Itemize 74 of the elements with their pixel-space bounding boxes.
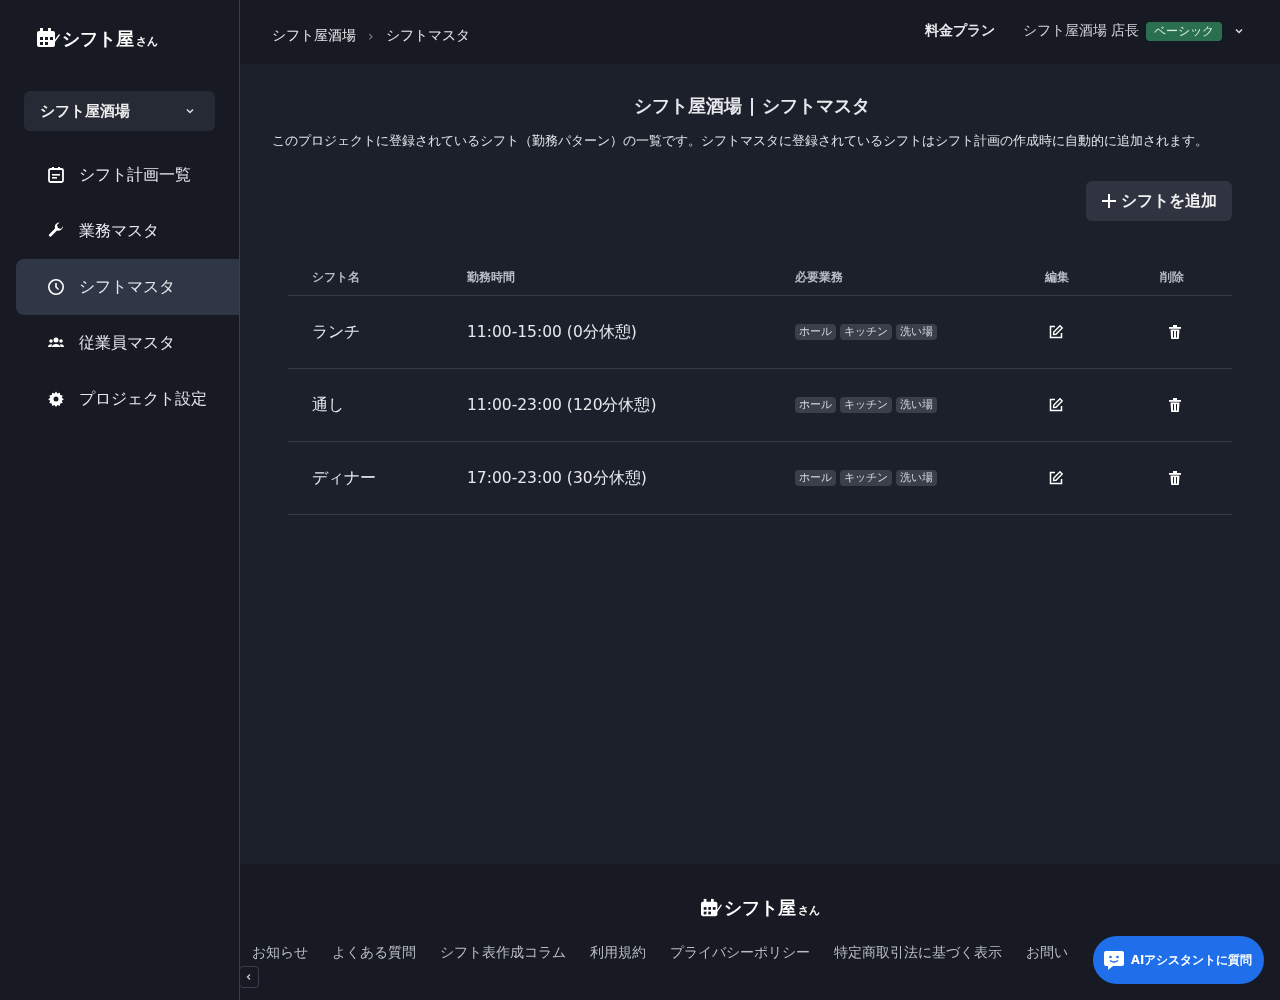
user-name[interactable]: シフト屋酒場 店長 xyxy=(1022,22,1139,40)
settings-icon xyxy=(47,390,65,408)
trash-icon xyxy=(1167,397,1183,413)
shift-name: ランチ xyxy=(312,321,361,343)
footer-link[interactable]: シフト表作成コラム xyxy=(440,944,566,962)
edit-button[interactable] xyxy=(1048,397,1064,413)
breadcrumb-link[interactable]: シフトマスタ xyxy=(385,27,470,45)
footer-link[interactable]: お知らせ xyxy=(252,944,308,962)
task-tag: ホール xyxy=(795,324,836,340)
task-tag: ホール xyxy=(795,397,836,413)
chevron-down-icon[interactable] xyxy=(1234,26,1244,36)
nav-label: プロジェクト設定 xyxy=(79,388,207,410)
task-tag: ホール xyxy=(795,470,836,486)
work-time: 11:00-15:00 (0分休憩) xyxy=(467,321,638,343)
breadcrumb-link[interactable]: シフト屋酒場 xyxy=(272,27,356,45)
collapse-button[interactable] xyxy=(239,966,259,988)
footer-link[interactable]: 特定商取引法に基づく表示 xyxy=(834,944,1002,962)
calendar-icon xyxy=(47,166,65,184)
column-header: 削除 xyxy=(1160,269,1185,285)
column-header: シフト名 xyxy=(312,269,361,285)
nav-item[interactable]: 業務マスタ xyxy=(16,203,239,259)
footer-link[interactable]: よくある質問 xyxy=(332,944,416,962)
task-tag: 洗い場 xyxy=(896,397,937,413)
work-time: 17:00-23:00 (30分休憩) xyxy=(467,467,648,489)
plan-badge: ベーシック xyxy=(1146,21,1222,41)
trash-icon xyxy=(1167,470,1183,486)
column-header: 勤務時間 xyxy=(467,269,516,285)
chevron-down-icon xyxy=(185,106,195,116)
add-shift-button[interactable]: シフトを追加 xyxy=(1086,181,1232,221)
breadcrumb-separator: › xyxy=(368,28,374,44)
plus-icon xyxy=(1101,193,1117,209)
calendar-icon xyxy=(700,898,722,918)
column-header: 編集 xyxy=(1045,269,1070,285)
task-tag: 洗い場 xyxy=(896,324,937,340)
footer-link[interactable]: 利用規約 xyxy=(590,944,646,962)
edit-icon xyxy=(1048,324,1064,340)
ai-assistant-button[interactable]: AIアシスタントに質問 xyxy=(1093,936,1264,984)
trash-icon xyxy=(1167,324,1183,340)
nav-label: シフトマスタ xyxy=(79,276,175,298)
task-tag: 洗い場 xyxy=(896,470,937,486)
project-dropdown[interactable]: シフト屋酒場 xyxy=(24,91,215,131)
column-header: 必要業務 xyxy=(795,269,844,285)
wrench-icon xyxy=(47,222,65,240)
shift-name: 通し xyxy=(312,394,345,416)
calendar-icon xyxy=(36,27,60,49)
nav-item[interactable]: シフト計画一覧 xyxy=(16,147,239,203)
nav-item[interactable]: プロジェクト設定 xyxy=(16,371,239,427)
edit-icon xyxy=(1048,470,1064,486)
nav-label: 従業員マスタ xyxy=(79,332,175,354)
pricing-link[interactable]: 料金プラン xyxy=(924,22,995,40)
task-tag: キッチン xyxy=(840,324,892,340)
page-title: シフト屋酒場 | シフトマスタ xyxy=(633,94,871,118)
work-time: 11:00-23:00 (120分休憩) xyxy=(467,394,658,416)
footer-logo[interactable]: シフト屋 さん xyxy=(700,898,820,918)
shift-name: ディナー xyxy=(312,467,377,489)
delete-button[interactable] xyxy=(1167,324,1183,340)
task-tag: キッチン xyxy=(840,397,892,413)
task-tag: キッチン xyxy=(840,470,892,486)
clock-icon xyxy=(47,278,65,296)
edit-button[interactable] xyxy=(1048,470,1064,486)
nav-item[interactable]: 従業員マスタ xyxy=(16,315,239,371)
chevron-left-icon xyxy=(245,973,253,981)
delete-button[interactable] xyxy=(1167,470,1183,486)
chat-bot-icon xyxy=(1103,949,1125,971)
page-description: このプロジェクトに登録されているシフト（勤務パターン）の一覧です。シフトマスタに登録されているシフトはシフト計画の作成時に自動的に追加されます。 xyxy=(272,132,1209,150)
nav-label: 業務マスタ xyxy=(79,220,159,242)
edit-button[interactable] xyxy=(1048,324,1064,340)
footer-link[interactable]: プライバシーポリシー xyxy=(670,944,810,962)
nav-label: シフト計画一覧 xyxy=(79,164,191,186)
edit-icon xyxy=(1048,397,1064,413)
delete-button[interactable] xyxy=(1167,397,1183,413)
nav-item[interactable]: シフトマスタ xyxy=(16,259,239,315)
app-logo[interactable]: シフト屋 さん xyxy=(36,27,158,49)
footer-link[interactable]: お問い xyxy=(1026,944,1068,962)
